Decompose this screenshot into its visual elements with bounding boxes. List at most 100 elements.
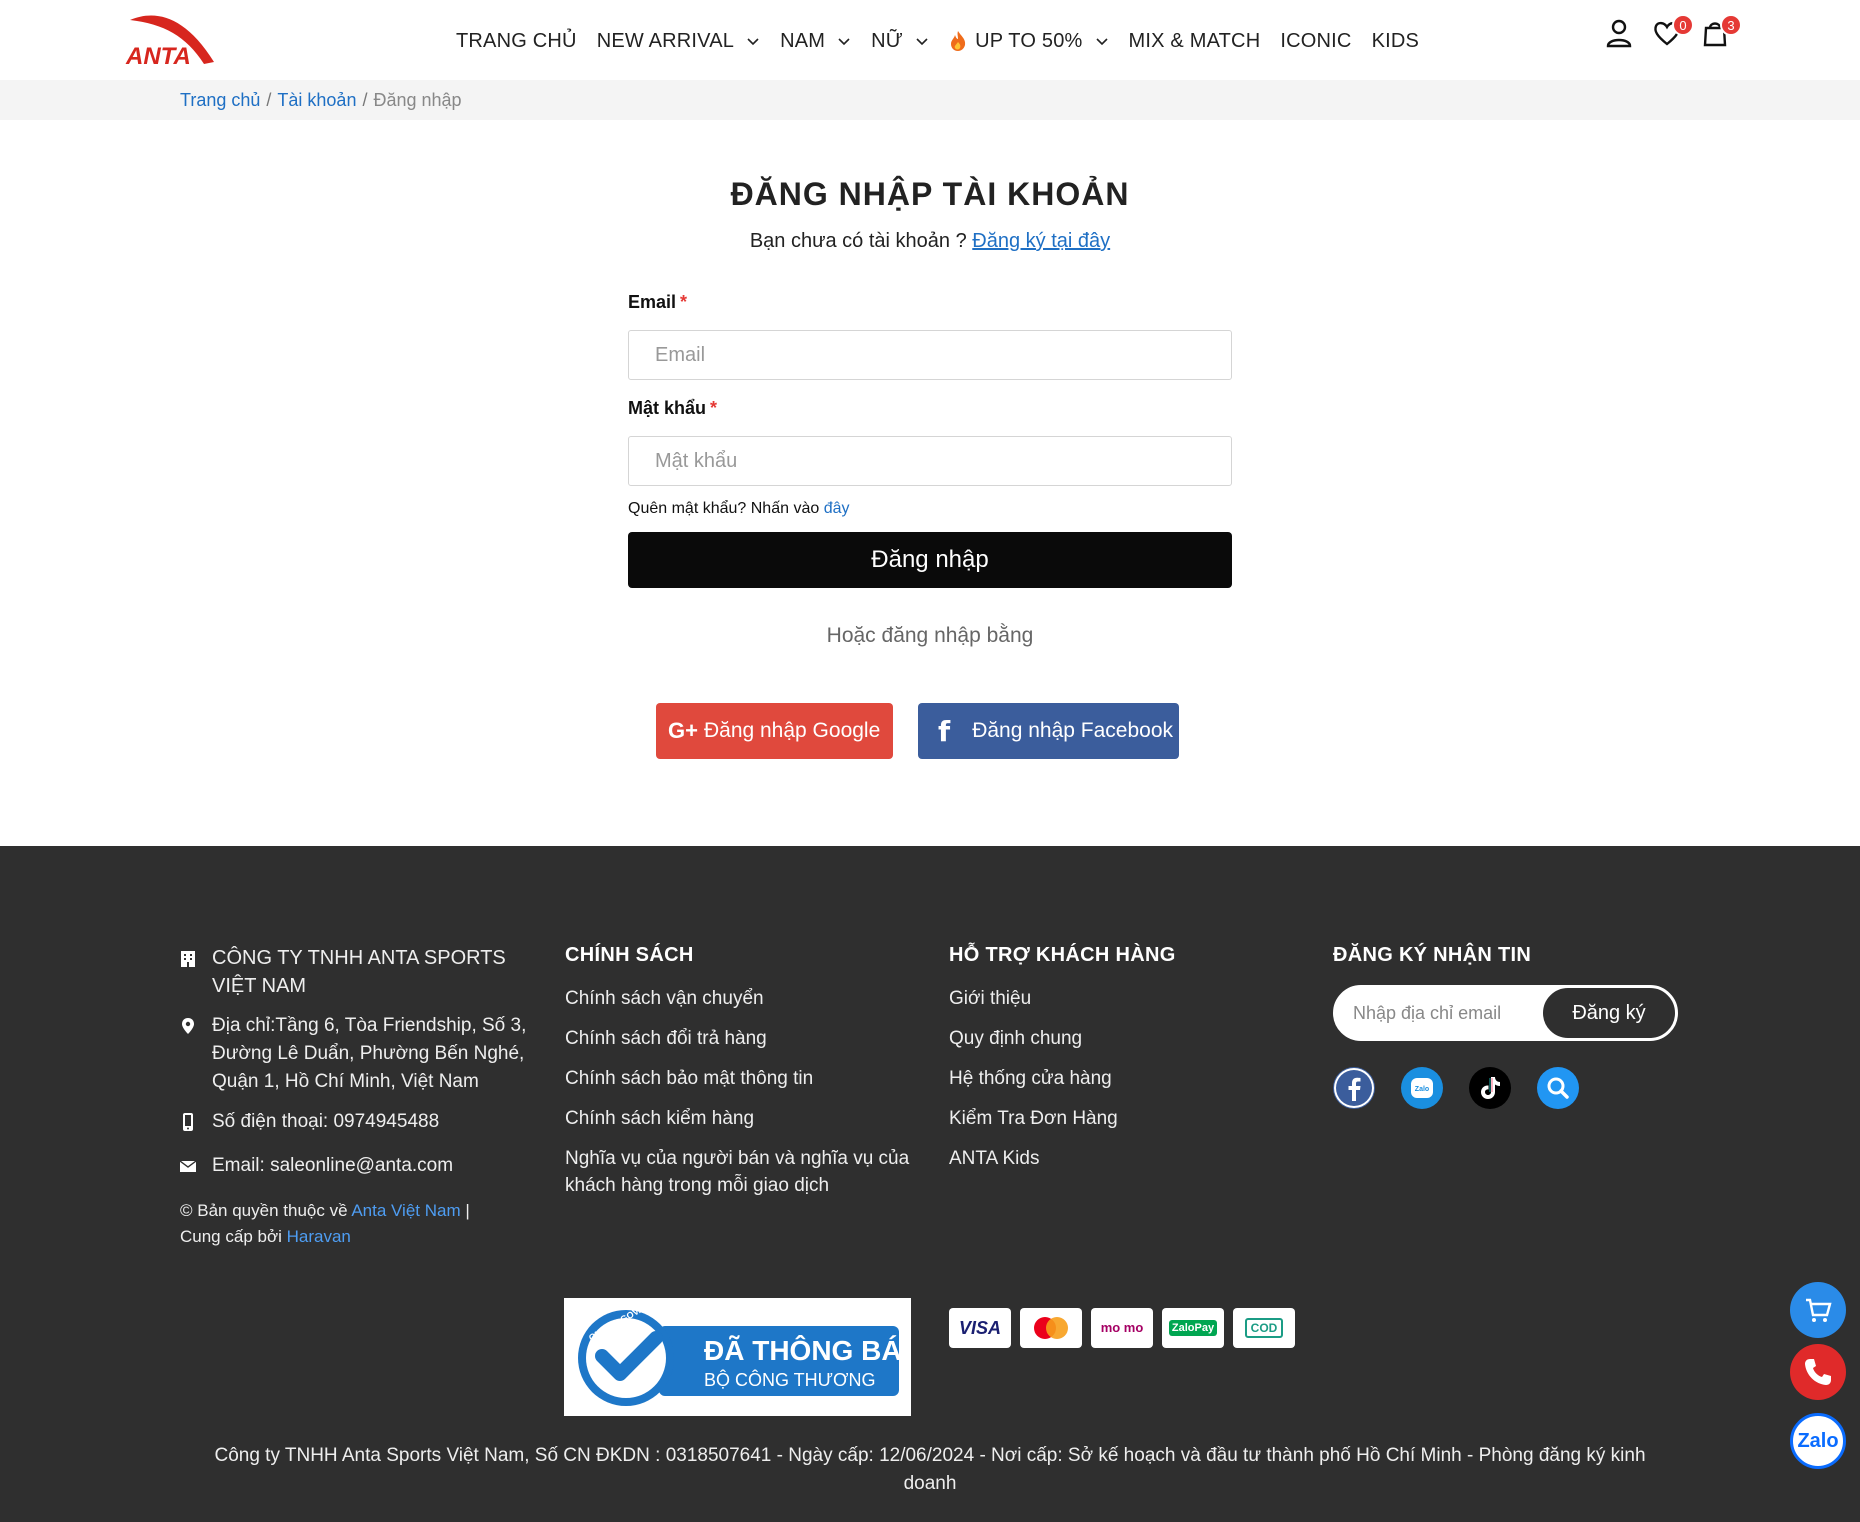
breadcrumb-separator: /	[266, 89, 272, 110]
tiktok-icon[interactable]	[1469, 1067, 1511, 1109]
wishlist-count-badge: 0	[1672, 14, 1694, 36]
footer-newsletter: ĐĂNG KÝ NHẬN TIN Nhập địa chỉ email Đăng…	[1333, 944, 1693, 1109]
map-pin-icon	[182, 1018, 194, 1034]
mastercard-icon	[1020, 1308, 1082, 1348]
footer-support: HỖ TRỢ KHÁCH HÀNG Giới thiệu Quy định ch…	[949, 944, 1289, 1185]
zalopay-icon: ZaloPay	[1162, 1308, 1224, 1348]
password-field[interactable]: Mật khẩu	[628, 436, 1232, 486]
forgot-password-text: Quên mật khẩu? Nhấn vào	[628, 500, 820, 517]
floating-zalo-button[interactable]: Zalo	[1790, 1413, 1846, 1469]
support-link[interactable]: Kiểm Tra Đơn Hàng	[949, 1105, 1289, 1132]
facebook-login-button[interactable]: f Đăng nhập Facebook	[918, 703, 1179, 759]
visa-icon: VISA	[949, 1308, 1011, 1348]
support-link[interactable]: Giới thiệu	[949, 985, 1289, 1012]
google-plus-icon: G+	[668, 718, 698, 743]
user-icon	[1606, 19, 1632, 48]
company-email-text[interactable]: Email: saleonline@anta.com	[212, 1152, 453, 1184]
required-mark: *	[680, 292, 688, 312]
svg-text:Zalo: Zalo	[1415, 1086, 1429, 1093]
nav-label: NEW ARRIVAL	[596, 29, 735, 52]
nav-home[interactable]: TRANG CHỦ	[456, 30, 577, 53]
nav-men[interactable]: NAM	[780, 30, 851, 53]
forgot-password-link[interactable]: đây	[824, 500, 850, 517]
cod-icon: COD	[1233, 1308, 1295, 1348]
social-login-divider: Hoặc đăng nhập bằng	[826, 624, 1034, 647]
business-registration-info: Công ty TNHH Anta Sports Việt Nam, Số CN…	[214, 1445, 1646, 1494]
newsletter-form: Nhập địa chỉ email Đăng ký	[1333, 985, 1678, 1041]
nav-label: MIX & MATCH	[1128, 29, 1261, 52]
company-address: Địa chỉ:Tầng 6, Tòa Friendship, Số 3, Đư…	[180, 1012, 530, 1096]
nav-new-arrival[interactable]: NEW ARRIVAL	[597, 30, 760, 53]
account-button[interactable]	[1604, 18, 1636, 54]
policy-link[interactable]: Chính sách đổi trả hàng	[565, 1025, 925, 1052]
main-nav: TRANG CHỦ NEW ARRIVAL NAM NỮ UP TO 50% M…	[456, 26, 1439, 56]
facebook-icon[interactable]	[1333, 1067, 1375, 1109]
site-footer: CÔNG TY TNHH ANTA SPORTS VIỆT NAM Địa ch…	[0, 846, 1860, 1522]
chevron-down-icon	[916, 38, 928, 46]
nav-label: UP TO 50%	[975, 29, 1083, 52]
search-icon[interactable]	[1537, 1067, 1579, 1109]
support-link[interactable]: Hệ thống cửa hàng	[949, 1065, 1289, 1092]
policy-link[interactable]: Chính sách vận chuyển	[565, 985, 925, 1012]
company-name-text: CÔNG TY TNHH ANTA SPORTS VIỆT NAM	[212, 947, 506, 997]
copyright-text: © Bản quyền thuộc về	[180, 1201, 348, 1220]
footer-policies: CHÍNH SÁCH Chính sách vận chuyển Chính s…	[565, 944, 925, 1212]
cart-button[interactable]: 3	[1700, 14, 1742, 54]
email-label: Email *	[628, 292, 1232, 316]
facebook-login-label: Đăng nhập Facebook	[972, 719, 1173, 742]
floating-call-button[interactable]	[1790, 1344, 1846, 1400]
newsletter-heading: ĐĂNG KÝ NHẬN TIN	[1333, 944, 1532, 966]
anta-vietnam-link[interactable]: Anta Việt Nam	[351, 1201, 460, 1220]
email-field[interactable]: Email	[628, 330, 1232, 380]
password-label-text: Mật khẩu	[628, 398, 707, 418]
zalo-icon[interactable]: Zalo	[1401, 1067, 1443, 1109]
nav-iconic[interactable]: ICONIC	[1280, 30, 1351, 53]
facebook-icon: f	[938, 714, 951, 748]
svg-text:ANTA: ANTA	[125, 43, 191, 70]
chevron-down-icon	[1095, 38, 1108, 46]
cart-icon	[1806, 1298, 1832, 1322]
policy-link[interactable]: Nghĩa vụ của người bán và nghĩa vụ của k…	[565, 1145, 925, 1199]
company-address-text: Địa chỉ:Tầng 6, Tòa Friendship, Số 3, Đư…	[212, 1015, 527, 1092]
breadcrumb: Trang chủ / Tài khoản / Đăng nhập	[0, 80, 1860, 120]
company-email: Email: saleonline@anta.com	[179, 1152, 530, 1184]
anta-logo[interactable]: ANTA	[124, 12, 220, 70]
copyright-separator: |	[465, 1201, 470, 1220]
policy-link[interactable]: Chính sách bảo mật thông tin	[565, 1065, 925, 1092]
register-prompt: Bạn chưa có tài khoản ? Đăng ký tại đây	[0, 230, 1860, 253]
haravan-link[interactable]: Haravan	[287, 1227, 351, 1246]
registered-ministry-badge[interactable]: ONLINE.GOV.VN ĐÃ THÔNG BÁO BỘ CÔNG THƯƠN…	[564, 1298, 923, 1416]
support-link[interactable]: ANTA Kids	[949, 1145, 1289, 1172]
nav-women[interactable]: NỮ	[871, 30, 929, 53]
floating-cart-button[interactable]	[1790, 1282, 1846, 1338]
google-login-button[interactable]: G+ Đăng nhập Google	[656, 703, 893, 759]
breadcrumb-account[interactable]: Tài khoản	[277, 90, 356, 111]
cart-count-badge: 3	[1720, 14, 1742, 36]
nav-mix-match[interactable]: MIX & MATCH	[1129, 30, 1261, 53]
forgot-password: Quên mật khẩu? Nhấn vào đây	[628, 500, 1232, 518]
nav-sale[interactable]: UP TO 50%	[949, 30, 1108, 53]
footer-company-info: CÔNG TY TNHH ANTA SPORTS VIỆT NAM Địa ch…	[179, 944, 530, 1250]
mobile-phone-icon	[183, 1113, 193, 1131]
newsletter-email-input[interactable]: Nhập địa chỉ email	[1353, 1003, 1501, 1024]
breadcrumb-home[interactable]: Trang chủ	[180, 90, 260, 111]
nav-label: ICONIC	[1280, 29, 1352, 52]
zalo-icon: Zalo	[1797, 1429, 1839, 1452]
newsletter-subscribe-button[interactable]: Đăng ký	[1541, 986, 1677, 1040]
google-login-label: Đăng nhập Google	[703, 719, 881, 742]
policy-link[interactable]: Chính sách kiểm hàng	[565, 1105, 925, 1132]
login-button[interactable]: Đăng nhập	[628, 532, 1232, 588]
nav-kids[interactable]: KIDS	[1372, 30, 1419, 53]
breadcrumb-current: Đăng nhập	[373, 89, 462, 110]
register-link[interactable]: Đăng ký tại đây	[972, 230, 1110, 252]
chevron-down-icon	[838, 38, 850, 46]
company-phone-text[interactable]: Số điện thoại: 0974945488	[212, 1108, 439, 1140]
support-heading: HỖ TRỢ KHÁCH HÀNG	[949, 944, 1176, 966]
social-login: G+ Đăng nhập Google f Đăng nhập Facebook	[656, 703, 1179, 759]
password-placeholder: Mật khẩu	[655, 449, 738, 472]
wishlist-button[interactable]: 0	[1652, 14, 1694, 54]
policies-heading: CHÍNH SÁCH	[565, 944, 694, 966]
support-link[interactable]: Quy định chung	[949, 1025, 1289, 1052]
provided-by-text: Cung cấp bởi	[180, 1227, 282, 1246]
email-placeholder: Email	[655, 343, 706, 366]
